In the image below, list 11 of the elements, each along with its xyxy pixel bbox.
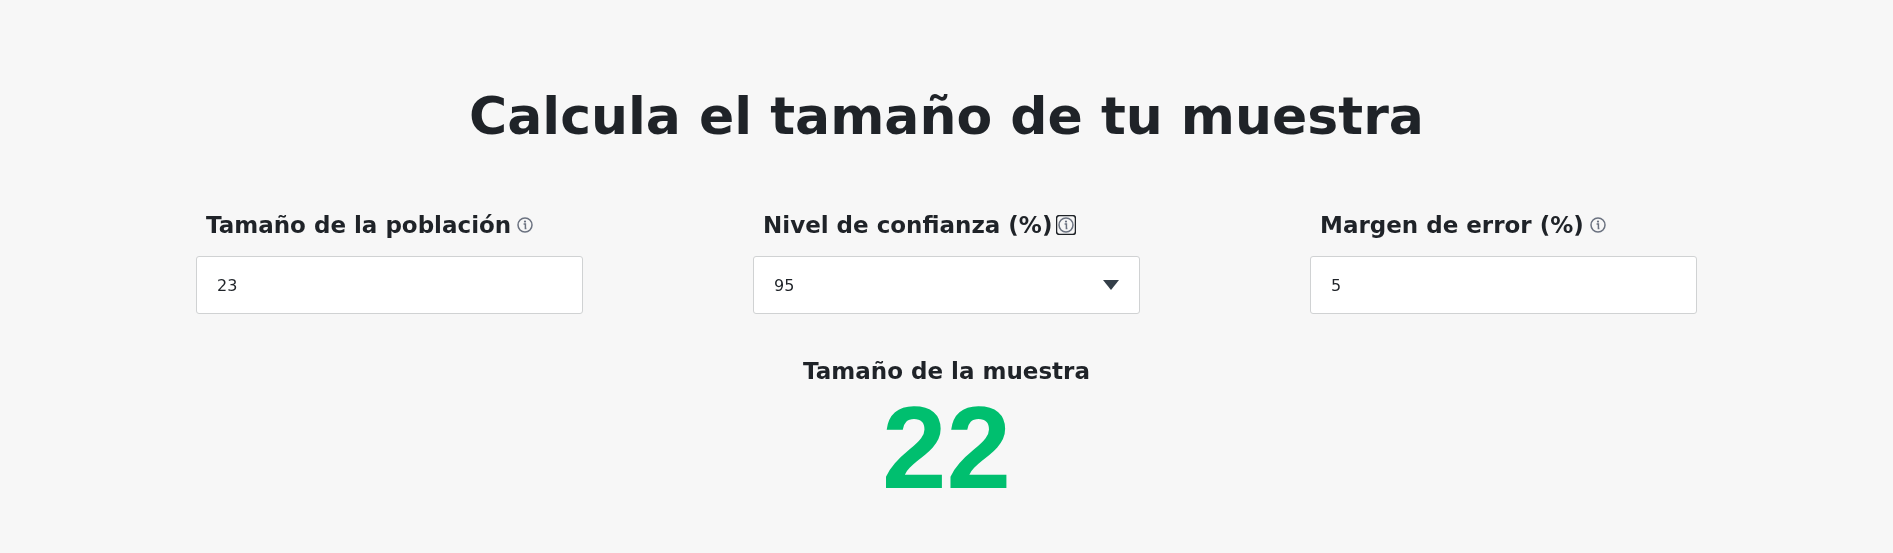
info-icon[interactable] (1056, 215, 1077, 235)
field-label: Nivel de confianza (%) (763, 212, 1053, 238)
field-label: Tamaño de la población (206, 212, 512, 238)
caret-icon (1103, 280, 1119, 290)
result-label: Tamaño de la muestra (803, 358, 1090, 384)
sample-size-value: 22 (882, 388, 1011, 508)
page-title: Calcula el tamaño de tu muestra (469, 85, 1424, 148)
dropdown-field[interactable]: 95 (753, 256, 1140, 314)
field-label: Margen de error (%) (1320, 212, 1584, 238)
input-field[interactable]: 23 (196, 256, 583, 314)
input-field[interactable]: 5 (1310, 256, 1697, 314)
